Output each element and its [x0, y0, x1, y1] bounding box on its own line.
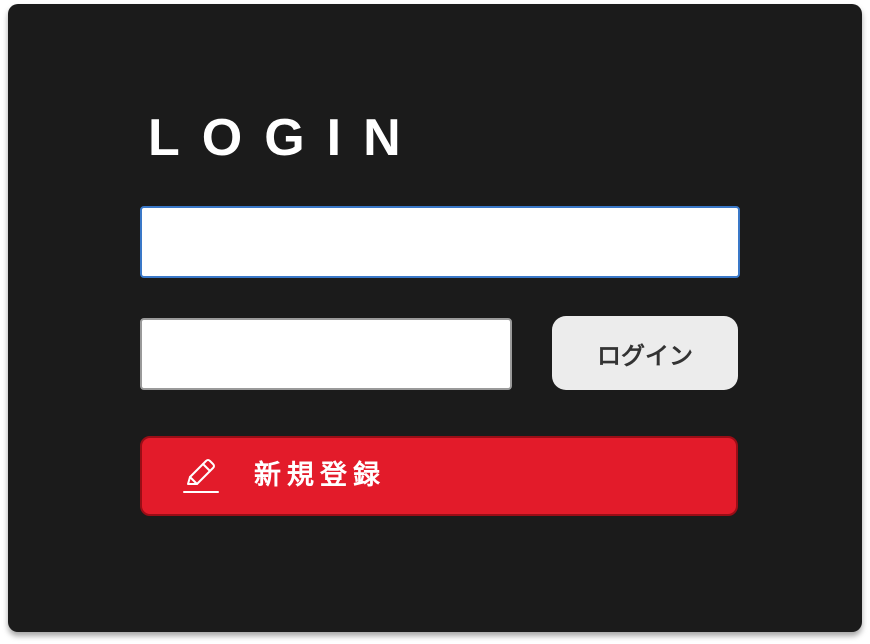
- login-panel: LOGIN ログイン 新規登録: [8, 4, 862, 632]
- username-input[interactable]: [140, 206, 740, 278]
- login-title: LOGIN: [148, 109, 423, 167]
- register-button-label: 新規登録: [254, 460, 386, 491]
- password-input[interactable]: [140, 318, 512, 390]
- login-button[interactable]: ログイン: [552, 316, 738, 390]
- register-button[interactable]: 新規登録: [140, 436, 738, 516]
- pencil-icon: [182, 456, 220, 496]
